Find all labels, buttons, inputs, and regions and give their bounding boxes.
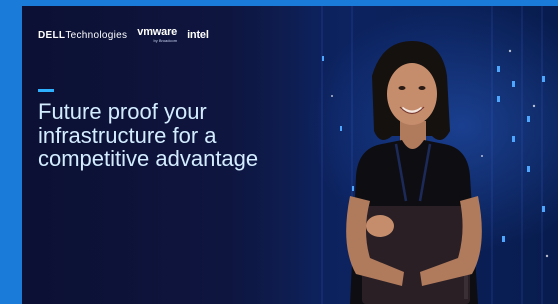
headline-line-3: competitive advantage (38, 146, 259, 172)
vmware-logo: vmware by Broadcom (137, 27, 177, 43)
headline-line-1: Future proof your (38, 99, 207, 124)
vmware-logo-text: vmware (137, 26, 178, 38)
dell-logo-text: DELL (38, 29, 66, 41)
accent-bar (38, 89, 54, 92)
vmware-byline: by Broadcom (153, 38, 178, 43)
headline: Future proof your infrastructure for a c… (38, 100, 308, 171)
headline-line-2: infrastructure for a (38, 122, 217, 148)
intel-logo: intel (187, 29, 209, 41)
hero-banner: DELLTechnologies vmware by Broadcom inte… (22, 6, 558, 304)
technologies-logo-text: Technologies (65, 29, 128, 41)
partner-logos: DELLTechnologies vmware by Broadcom inte… (38, 26, 209, 44)
woman-holding-tablet-photo (346, 41, 482, 304)
dell-technologies-logo: DELLTechnologies (38, 30, 127, 41)
